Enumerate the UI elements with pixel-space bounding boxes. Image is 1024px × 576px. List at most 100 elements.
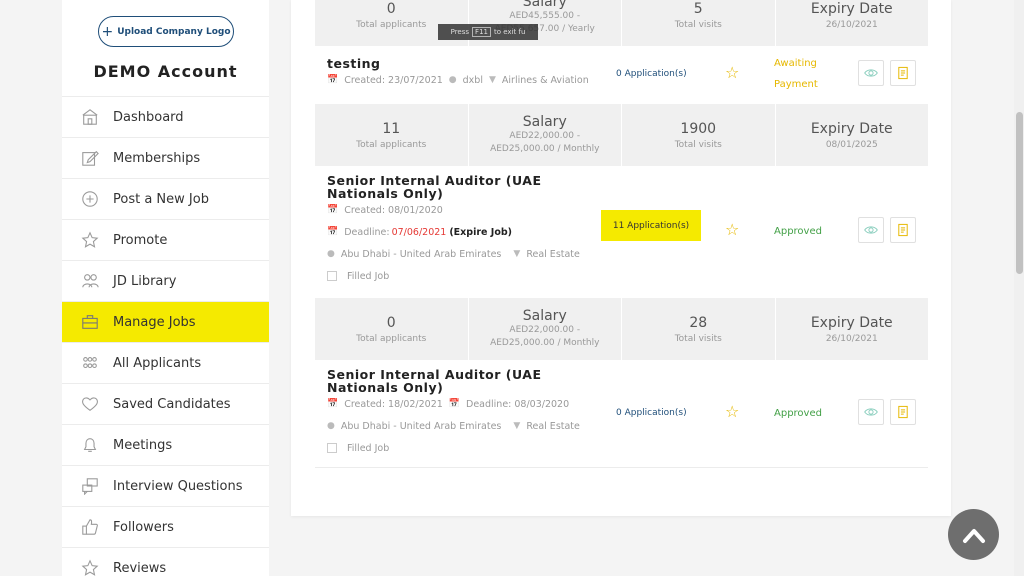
stat-label: Total visits <box>674 139 722 150</box>
expire-note: (Expire Job) <box>449 226 512 238</box>
sidebar-item-label: Meetings <box>113 437 173 453</box>
created-date: Created: 18/02/2021 <box>344 398 443 410</box>
tooltip-key: F11 <box>472 27 491 37</box>
edit-job-button[interactable] <box>890 217 916 243</box>
salary-range-line: AED25,000.00 / Monthly <box>490 144 600 154</box>
sidebar-item-dashboard[interactable]: Dashboard <box>62 96 269 137</box>
sidebar-item-jd-library[interactable]: JD Library <box>62 260 269 301</box>
view-button[interactable] <box>858 217 884 243</box>
eye-icon <box>864 408 878 416</box>
stat-expiry: Expiry Date 26/10/2021 <box>776 298 929 360</box>
sidebar-item-label: Interview Questions <box>113 478 243 494</box>
sidebar-item-post-new-job[interactable]: Post a New Job <box>62 178 269 219</box>
stat-label: 26/10/2021 <box>825 19 878 30</box>
sidebar-item-label: Post a New Job <box>113 191 209 207</box>
stat-value: 0 <box>386 314 396 331</box>
sidebar-item-all-applicants[interactable]: All Applicants <box>62 342 269 383</box>
applications-link[interactable]: 0 Application(s) <box>616 69 687 79</box>
filled-job-checkbox[interactable] <box>327 443 337 453</box>
filled-job-toggle[interactable]: Filled Job <box>327 266 927 286</box>
star-icon[interactable]: ☆ <box>725 402 739 421</box>
status-line: Payment <box>774 79 818 90</box>
edit-job-button[interactable] <box>890 399 916 425</box>
filled-job-toggle[interactable]: Filled Job <box>327 438 927 458</box>
stat-value: 28 <box>689 314 708 331</box>
job-location: Abu Dhabi - United Arab Emirates <box>340 420 502 432</box>
stat-label: Total visits <box>674 333 722 344</box>
fullscreen-exit-tooltip: Press F11 to exit fu <box>438 24 538 40</box>
location-icon: ● <box>448 75 457 85</box>
stat-expiry: Expiry Date 26/10/2021 <box>776 0 929 46</box>
sidebar-item-followers[interactable]: Followers <box>62 506 269 547</box>
stat-label: Total applicants <box>356 333 427 344</box>
stat-value: Expiry Date <box>810 314 893 331</box>
stat-applicants: 0 Total applicants <box>315 298 469 360</box>
upload-company-logo-button[interactable]: + Upload Company Logo <box>98 16 234 47</box>
status-line: Awaiting <box>774 58 817 69</box>
scrollbar-thumb[interactable] <box>1016 112 1023 274</box>
filter-icon: ▼ <box>513 421 521 431</box>
created-date: Created: 23/07/2021 <box>344 74 443 86</box>
stat-label: Total applicants <box>356 139 427 150</box>
plus-circle-icon <box>80 189 100 209</box>
divider <box>315 467 928 468</box>
dashboard-icon <box>80 107 100 127</box>
status-badge: Approved <box>774 408 822 419</box>
sidebar-item-meetings[interactable]: Meetings <box>62 424 269 465</box>
deadline-date: Deadline: 08/03/2020 <box>466 398 570 410</box>
job-meta: ● Abu Dhabi - United Arab Emirates ▼ Rea… <box>327 416 927 436</box>
stat-value: Expiry Date <box>810 120 893 137</box>
stat-value: 1900 <box>680 120 717 137</box>
applications-link[interactable]: 11 Application(s) <box>601 210 701 241</box>
view-button[interactable] <box>858 399 884 425</box>
plus-icon: + <box>101 23 114 40</box>
salary-range-line: AED45,555.00 - <box>509 11 581 21</box>
sidebar-menu: Dashboard Memberships Post a New Job Pro… <box>62 96 269 576</box>
job-title[interactable]: Senior Internal Auditor (UAE Nationals O… <box>327 368 927 394</box>
applications-link[interactable]: 0 Application(s) <box>616 408 687 418</box>
sidebar-item-interview-questions[interactable]: Interview Questions <box>62 465 269 506</box>
stat-value: Salary <box>522 114 567 130</box>
job-category: Real Estate <box>526 248 580 260</box>
sidebar-item-reviews[interactable]: Reviews <box>62 547 269 576</box>
stat-label: 08/01/2025 <box>825 139 878 150</box>
status-badge: Approved <box>774 226 822 237</box>
view-button[interactable] <box>858 60 884 86</box>
star-icon[interactable]: ☆ <box>725 63 739 82</box>
job-meta: ● Abu Dhabi - United Arab Emirates ▼ Rea… <box>327 244 927 264</box>
job-title[interactable]: Senior Internal Auditor (UAE Nationals O… <box>327 174 927 200</box>
eye-icon <box>864 69 878 77</box>
status-badge: Awaiting Payment <box>774 53 818 95</box>
calendar-icon: 📅 <box>448 399 461 409</box>
sidebar-item-label: All Applicants <box>113 355 202 371</box>
job-category: Airlines & Aviation <box>501 74 589 86</box>
salary-range-line: AED25,000.00 / Monthly <box>490 338 600 348</box>
stat-value: 0 <box>386 0 396 17</box>
back-to-top-button[interactable] <box>948 509 999 560</box>
salary-range-line: AED22,000.00 - <box>509 131 581 141</box>
sidebar-item-label: JD Library <box>113 273 177 289</box>
stat-expiry: Expiry Date 08/01/2025 <box>776 104 929 166</box>
job-stats-row: 11 Total applicants Salary AED22,000.00 … <box>315 104 928 166</box>
stat-salary: Salary AED22,000.00 - AED25,000.00 / Mon… <box>469 104 622 166</box>
star-icon[interactable]: ☆ <box>725 220 739 239</box>
sidebar-item-memberships[interactable]: Memberships <box>62 137 269 178</box>
job-location: Abu Dhabi - United Arab Emirates <box>340 248 502 260</box>
location-icon: ● <box>327 421 335 431</box>
tooltip-text: Press <box>450 28 470 36</box>
job-location: dxbl <box>462 74 483 86</box>
sidebar-item-saved-candidates[interactable]: Saved Candidates <box>62 383 269 424</box>
heart-icon <box>80 394 100 414</box>
scrollbar-track[interactable] <box>1014 0 1024 576</box>
stat-value: Salary <box>522 308 567 324</box>
stat-value: Expiry Date <box>810 0 893 17</box>
filled-job-checkbox[interactable] <box>327 271 337 281</box>
stat-visits: 28 Total visits <box>622 298 776 360</box>
manage-jobs-panel: 0 Total applicants Salary AED45,555.00 -… <box>291 0 951 516</box>
stat-value: 11 <box>382 120 401 137</box>
sidebar-item-manage-jobs[interactable]: Manage Jobs <box>62 301 269 342</box>
edit-job-button[interactable] <box>890 60 916 86</box>
account-name: DEMO Account <box>93 62 238 81</box>
sidebar-item-promote[interactable]: Promote <box>62 219 269 260</box>
filled-job-label: Filled Job <box>347 442 390 454</box>
